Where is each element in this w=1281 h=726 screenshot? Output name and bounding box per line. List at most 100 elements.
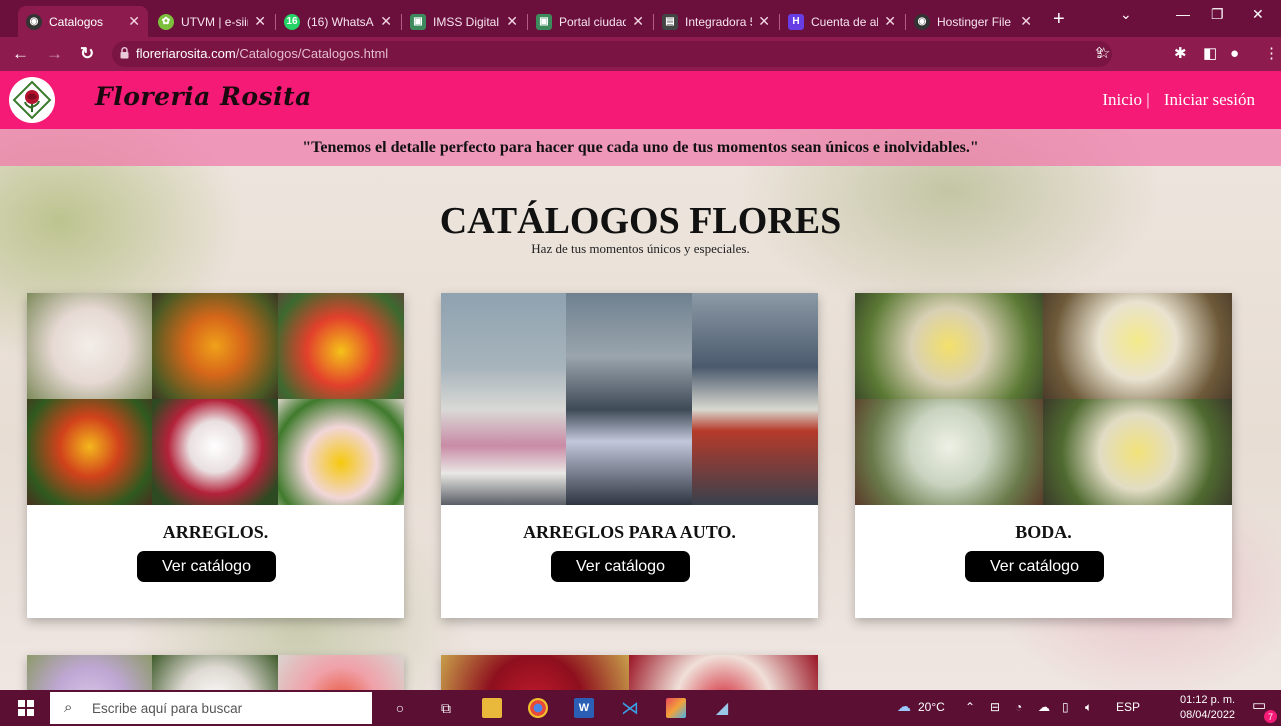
- tab-utvm[interactable]: ✿ UTVM | e-siin ✕: [150, 6, 274, 37]
- close-icon[interactable]: ✕: [128, 13, 140, 30]
- network-adapter-icon[interactable]: ⊟: [990, 700, 1000, 714]
- close-icon[interactable]: ✕: [380, 13, 392, 30]
- photo-white-car-pink: [441, 293, 566, 505]
- extensions-icon[interactable]: ✱: [1174, 45, 1187, 63]
- file-explorer-icon[interactable]: [482, 698, 502, 718]
- vscode-icon[interactable]: ⋊: [620, 698, 640, 718]
- address-bar[interactable]: floreriarosita.com/Catalogos/Catalogos.h…: [112, 41, 1112, 67]
- photo-wedding-centerpiece: [855, 293, 1043, 399]
- language-indicator[interactable]: ESP: [1116, 700, 1140, 714]
- tab-label: Cuenta de alc: [811, 14, 879, 29]
- ver-catalogo-button[interactable]: Ver catálogo: [965, 551, 1104, 582]
- wifi-icon[interactable]: ◔: [1015, 700, 1022, 714]
- tab-label: IMSS Digital: [433, 14, 500, 29]
- promo-banner: "Tenemos el detalle perfecto para hacer …: [0, 129, 1281, 166]
- cortana-icon[interactable]: ○: [390, 698, 410, 718]
- ver-catalogo-button[interactable]: Ver catálogo: [137, 551, 276, 582]
- reload-icon[interactable]: ↻: [80, 44, 94, 64]
- close-icon[interactable]: ✕: [884, 13, 896, 30]
- card-photo-collage: [441, 293, 818, 505]
- photo-red-roses-chocolates: [441, 655, 629, 690]
- tab-imss[interactable]: ▣ IMSS Digital ✕: [402, 6, 526, 37]
- profile-avatar-icon[interactable]: ●: [1230, 45, 1239, 63]
- lock-icon: [120, 47, 129, 59]
- tab-integradora[interactable]: ▤ Integradora 5 ✕: [654, 6, 778, 37]
- side-panel-icon[interactable]: ◧: [1203, 45, 1217, 63]
- rose-logo-graphic: [12, 80, 52, 120]
- card-photo-collage: [27, 293, 404, 505]
- tab-catalogos[interactable]: ◉ Catalogos ✕: [18, 6, 148, 37]
- tray-chevron-icon[interactable]: ⌃: [965, 700, 975, 714]
- card-title: ARREGLOS.: [162, 522, 269, 542]
- site-nav: Inicio | Iniciar sesión: [1092, 90, 1255, 110]
- tab-whatsapp[interactable]: 16 (16) WhatsAp ✕: [276, 6, 400, 37]
- notes-icon[interactable]: ◢: [712, 698, 732, 718]
- catalog-card-boda: BODA. Ver catálogo: [855, 293, 1232, 618]
- close-icon[interactable]: ✕: [758, 13, 770, 30]
- photo-sunflower-mix: [278, 293, 404, 399]
- catalog-card-arreglos-auto: ARREGLOS PARA AUTO. Ver catálogo: [441, 293, 818, 618]
- tab-search-icon[interactable]: ⌄: [1120, 6, 1132, 23]
- close-icon[interactable]: ✕: [254, 13, 266, 30]
- notification-center-icon[interactable]: ▭: [1252, 696, 1266, 714]
- photo-white-flowers: [152, 655, 278, 690]
- tab-label: Hostinger File: [937, 14, 1012, 29]
- browser-tab-strip: ◉ Catalogos ✕ ✿ UTVM | e-siin ✕ 16 (16) …: [0, 0, 1281, 37]
- close-icon[interactable]: ✕: [632, 13, 644, 30]
- ver-catalogo-button[interactable]: Ver catálogo: [551, 551, 690, 582]
- catalog-card-partial: [27, 655, 404, 690]
- web-page: Floreria Rosita Inicio | Iniciar sesión …: [0, 71, 1281, 690]
- windows-start-icon[interactable]: [16, 698, 36, 718]
- page-title: CATÁLOGOS FLORES: [439, 200, 842, 242]
- restore-icon[interactable]: ❐: [1211, 6, 1224, 23]
- forward-icon[interactable]: →: [46, 44, 63, 64]
- task-view-icon[interactable]: ⧉: [436, 698, 456, 718]
- system-clock[interactable]: 01:12 p. m. 08/04/2022: [1180, 693, 1235, 723]
- brand-name: Floreria Rosita: [95, 82, 312, 111]
- clock-time: 01:12 p. m.: [1180, 694, 1236, 706]
- globe-icon: ◉: [914, 13, 930, 30]
- windows-logo: [18, 700, 34, 716]
- url-text: floreriarosita.com/Catalogos/Catalogos.h…: [136, 46, 388, 61]
- onedrive-cloud-icon[interactable]: ☁: [1038, 700, 1050, 714]
- browser-toolbar: ← → ↻ floreriarosita.com/Catalogos/Catal…: [0, 37, 1281, 71]
- nav-iniciar-sesion[interactable]: Iniciar sesión: [1164, 90, 1255, 109]
- whatsapp-icon: 16: [284, 13, 300, 30]
- menu-icon[interactable]: ⋮: [1264, 45, 1279, 63]
- card-title: BODA.: [1015, 522, 1072, 542]
- card-photo-collage: [855, 293, 1232, 505]
- tab-hostinger-files[interactable]: ◉ Hostinger File ✕: [906, 6, 1040, 37]
- tab-portal-ciudadano[interactable]: ▣ Portal ciudad ✕: [528, 6, 652, 37]
- url-path: /Catalogos/Catalogos.html: [235, 46, 389, 61]
- close-icon[interactable]: ✕: [506, 13, 518, 30]
- new-tab-button[interactable]: +: [1053, 9, 1065, 29]
- back-icon[interactable]: ←: [12, 44, 29, 64]
- nav-inicio[interactable]: Inicio |: [1102, 90, 1149, 109]
- site-header: Floreria Rosita Inicio | Iniciar sesión: [0, 71, 1281, 129]
- weather-temp[interactable]: 20°C: [918, 700, 945, 714]
- globe-icon: ◉: [26, 13, 42, 30]
- catalog-card-arreglos: ARREGLOS. Ver catálogo: [27, 293, 404, 618]
- bookmark-star-icon[interactable]: ☆: [1097, 45, 1110, 63]
- winrar-icon[interactable]: [666, 698, 686, 718]
- word-icon[interactable]: W: [574, 698, 594, 718]
- battery-icon[interactable]: ▯: [1062, 700, 1069, 714]
- tab-cuenta[interactable]: H Cuenta de alc ✕: [780, 6, 904, 37]
- photo-dark-car: [566, 293, 692, 505]
- banner-text: "Tenemos el detalle perfecto para hacer …: [302, 139, 979, 156]
- minimize-icon[interactable]: —: [1176, 6, 1190, 22]
- tab-label: UTVM | e-siin: [181, 14, 249, 29]
- taskbar-search-input[interactable]: ⌕ Escribe aquí para buscar: [50, 692, 372, 724]
- utvm-icon: ✿: [158, 13, 174, 30]
- chrome-icon[interactable]: [528, 698, 548, 718]
- portal-icon: ▣: [536, 13, 552, 30]
- close-icon[interactable]: ✕: [1020, 13, 1032, 30]
- weather-cloud-icon[interactable]: ☁: [897, 698, 911, 715]
- close-window-icon[interactable]: ✕: [1252, 6, 1264, 23]
- page-subtitle: Haz de tus momentos únicos y especiales.: [531, 241, 750, 256]
- photo-sunflower-red: [27, 399, 152, 505]
- card-title: ARREGLOS PARA AUTO.: [523, 522, 736, 542]
- rose-logo-icon[interactable]: [9, 77, 55, 123]
- clock-date: 08/04/2022: [1180, 709, 1236, 721]
- volume-icon[interactable]: 🔈︎: [1085, 700, 1092, 715]
